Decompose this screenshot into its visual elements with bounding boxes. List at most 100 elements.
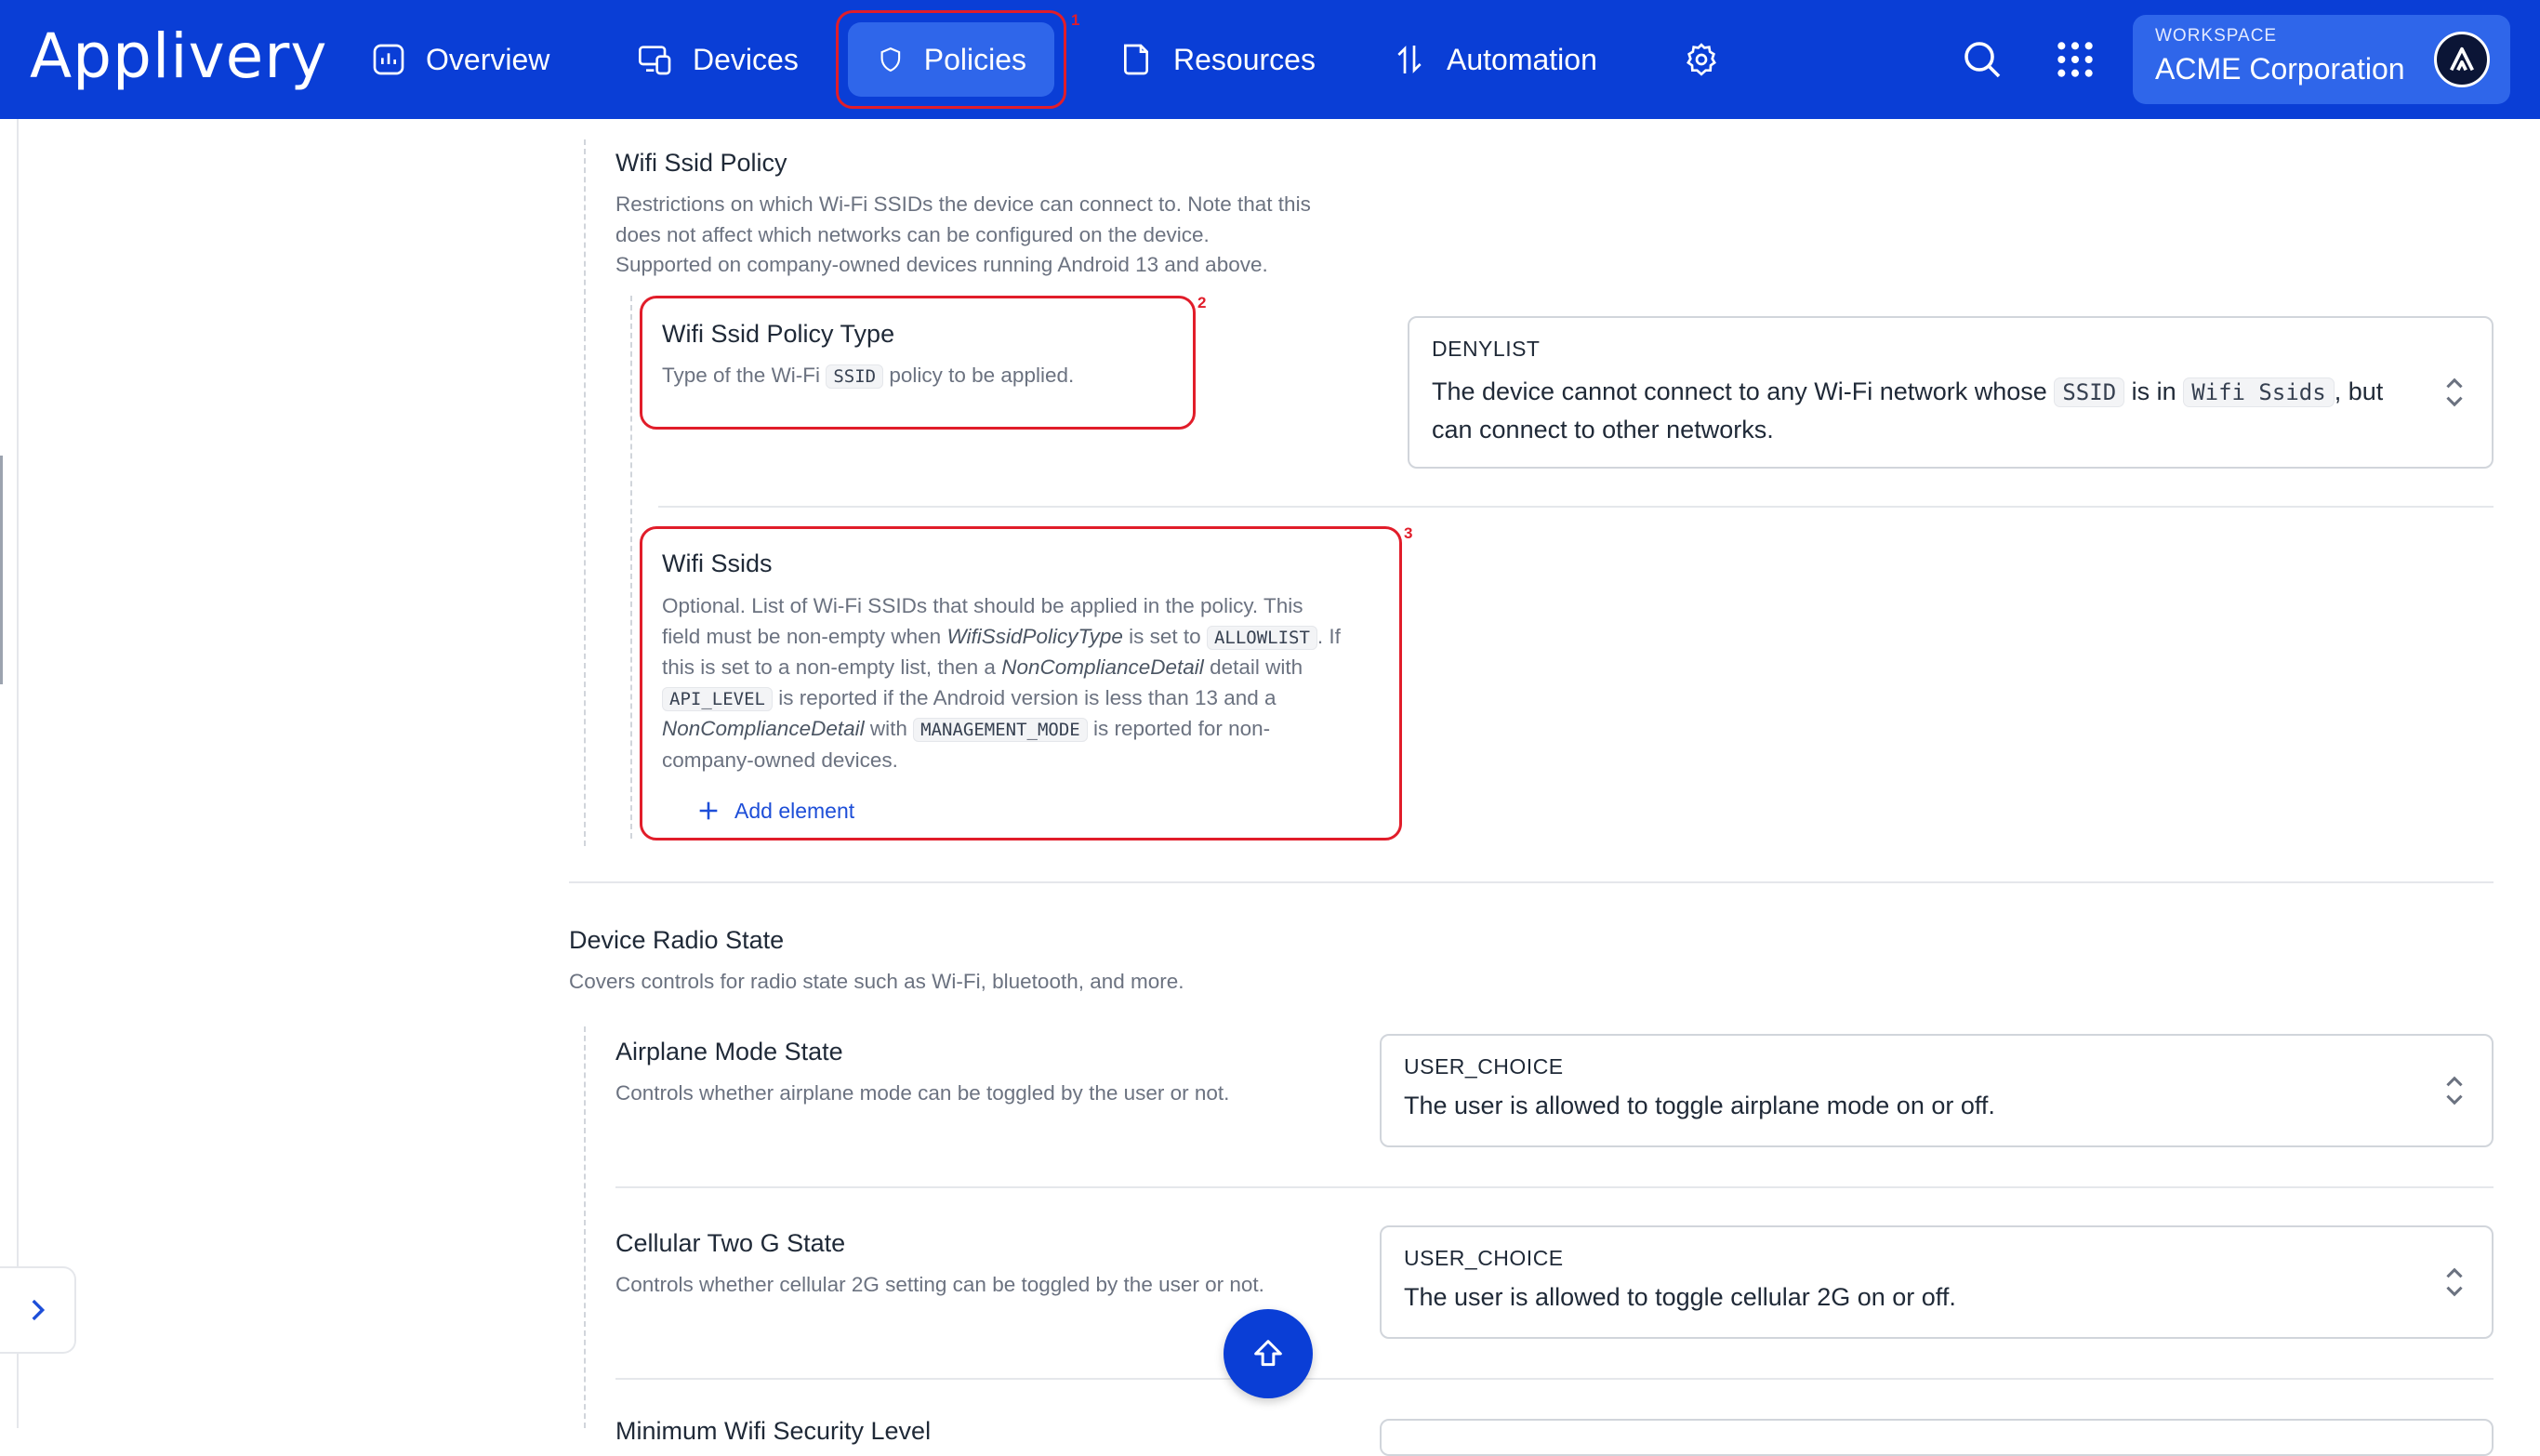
selected-option-description: The user is allowed to toggle airplane m… — [1404, 1092, 1995, 1119]
wifi-ssids-title: Wifi Ssids — [662, 549, 773, 577]
minimum-wifi-security-level-select[interactable] — [1380, 1419, 2494, 1456]
search-icon[interactable] — [1960, 37, 2004, 82]
desc-line: API_LEVEL is reported if the Android ver… — [662, 683, 1396, 715]
nav-policies-label: Policies — [923, 42, 1026, 76]
nav-automation[interactable]: Automation — [1363, 22, 1625, 97]
shield-icon — [880, 46, 901, 73]
selected-option-label: USER_CHOICE — [1404, 1246, 1564, 1270]
section-guide-line — [584, 139, 586, 846]
divider — [615, 1378, 2494, 1380]
automation-icon — [1397, 46, 1422, 73]
code-chip: Wifi Ssids — [2183, 377, 2335, 407]
nav-devices[interactable]: Devices — [609, 22, 827, 97]
gear-icon — [1687, 43, 1716, 76]
wifi-ssid-policy-title: Wifi Ssid Policy — [615, 149, 787, 177]
chevron-up-down-icon — [2446, 1267, 2463, 1297]
code-chip: SSID — [2054, 377, 2125, 407]
desc-line: company-owned devices. — [662, 748, 898, 772]
section-guide-line — [584, 1026, 586, 1428]
desc-line: field must be non-empty when WifiSsidPol… — [662, 622, 1396, 654]
option-text: , but — [2334, 377, 2384, 405]
subsection-guide-line — [630, 296, 632, 839]
selected-option-description: The user is allowed to toggle cellular 2… — [1404, 1283, 1956, 1311]
desc-text: this is set to a non-empty list, then a — [662, 655, 996, 679]
minimum-wifi-security-level-title: Minimum Wifi Security Level — [615, 1417, 932, 1445]
wifi-ssid-policy-type-title: Wifi Ssid Policy Type — [662, 320, 895, 348]
top-navigation-bar: Applivery Overview Devices Policies Reso… — [0, 0, 2540, 119]
a-logo-icon — [2434, 32, 2490, 87]
add-element-label: Add element — [734, 798, 855, 823]
chevron-up-down-icon — [2446, 377, 2463, 407]
nav-resources[interactable]: Resources — [1090, 22, 1343, 97]
nav-policies[interactable]: Policies — [848, 22, 1054, 97]
annotation-number-3: 3 — [1404, 524, 1413, 542]
code-chip: API_LEVEL — [662, 686, 773, 711]
bar-chart-icon — [373, 44, 404, 75]
desc-text: with — [869, 717, 907, 740]
devices-icon — [639, 46, 671, 75]
airplane-mode-state-description: Controls whether airplane mode can be to… — [615, 1081, 1230, 1105]
wifi-ssid-policy-type-description: Type of the Wi-Fi SSID policy to be appl… — [662, 361, 1074, 392]
wifi-ssid-policy-desc-line: does not affect which networks can be co… — [615, 222, 1210, 246]
option-text: is in — [2131, 377, 2176, 405]
option-text: The device cannot connect to any Wi-Fi n… — [1432, 377, 2047, 405]
desc-text: field must be non-empty when — [662, 624, 942, 648]
desc-emphasis: NonComplianceDetail — [662, 717, 865, 740]
wifi-ssid-policy-desc-line: Supported on company-owned devices runni… — [615, 253, 1268, 276]
selected-option-label: DENYLIST — [1432, 337, 1541, 361]
desc-text: Type of the Wi-Fi — [662, 364, 821, 387]
expand-sidebar-button[interactable] — [0, 1266, 76, 1354]
code-chip: ALLOWLIST — [1206, 625, 1317, 650]
option-text: can connect to other networks. — [1432, 416, 1774, 443]
code-chip: SSID — [826, 364, 884, 389]
wifi-ssid-policy-type-select[interactable]: DENYLIST The device cannot connect to an… — [1408, 316, 2494, 469]
selected-option-description: The device cannot connect to any Wi-Fi n… — [1432, 373, 2469, 448]
workspace-switcher[interactable]: WORKSPACE ACME Corporation — [2133, 15, 2510, 104]
divider — [658, 506, 2494, 508]
annotation-number-1: 1 — [1071, 11, 1080, 29]
desc-text: is reported for non- — [1093, 717, 1271, 740]
desc-text: policy to be applied. — [889, 364, 1075, 387]
scroll-to-top-button[interactable] — [1224, 1309, 1313, 1398]
desc-text: is reported if the Android version is le… — [778, 685, 1277, 709]
chevron-right-icon — [32, 1299, 46, 1321]
divider — [615, 1186, 2494, 1188]
desc-line: NonComplianceDetail with MANAGEMENT_MODE… — [662, 714, 1396, 746]
wifi-ssids-description: Optional. List of Wi-Fi SSIDs that shoul… — [662, 591, 1396, 775]
desc-line: this is set to a non-empty list, then a … — [662, 653, 1396, 683]
annotation-number-2: 2 — [1197, 294, 1207, 311]
nav-settings[interactable] — [1664, 22, 1739, 97]
plus-icon — [699, 801, 718, 820]
desc-text: is set to — [1129, 624, 1201, 648]
nav-devices-label: Devices — [693, 42, 799, 76]
device-radio-state-description: Covers controls for radio state such as … — [569, 970, 1184, 993]
add-element-button[interactable]: Add element — [695, 798, 854, 824]
nav-overview-label: Overview — [426, 42, 550, 76]
desc-text: detail with — [1210, 655, 1303, 679]
airplane-mode-state-select[interactable]: USER_CHOICE The user is allowed to toggl… — [1380, 1034, 2494, 1147]
cellular-two-g-state-description: Controls whether cellular 2G setting can… — [615, 1273, 1264, 1296]
cellular-two-g-state-select[interactable]: USER_CHOICE The user is allowed to toggl… — [1380, 1225, 2494, 1339]
cellular-two-g-state-title: Cellular Two G State — [615, 1229, 846, 1257]
nav-resources-label: Resources — [1173, 42, 1316, 76]
scroll-marker — [0, 456, 3, 684]
selected-option-label: USER_CHOICE — [1404, 1054, 1564, 1079]
desc-emphasis: WifiSsidPolicyType — [946, 624, 1123, 648]
device-radio-state-title: Device Radio State — [569, 926, 785, 954]
nav-overview[interactable]: Overview — [342, 22, 577, 97]
applivery-logo[interactable]: Applivery — [30, 20, 327, 92]
nav-automation-label: Automation — [1447, 42, 1597, 76]
chevron-up-down-icon — [2446, 1076, 2463, 1105]
desc-emphasis: NonComplianceDetail — [1001, 655, 1204, 679]
desc-text: . If — [1316, 624, 1341, 648]
grid-icon[interactable] — [2055, 39, 2096, 80]
left-rail — [0, 119, 19, 1428]
divider — [569, 881, 2494, 883]
folder-icon — [1124, 44, 1148, 75]
wifi-ssid-policy-description: Restrictions on which Wi-Fi SSIDs the de… — [615, 190, 1359, 281]
airplane-mode-state-title: Airplane Mode State — [615, 1038, 843, 1066]
code-chip: MANAGEMENT_MODE — [913, 718, 1088, 742]
arrow-up-icon — [1254, 1340, 1282, 1367]
wifi-ssid-policy-desc-line: Restrictions on which Wi-Fi SSIDs the de… — [615, 192, 1311, 216]
desc-line: Optional. List of Wi-Fi SSIDs that shoul… — [662, 594, 1303, 617]
